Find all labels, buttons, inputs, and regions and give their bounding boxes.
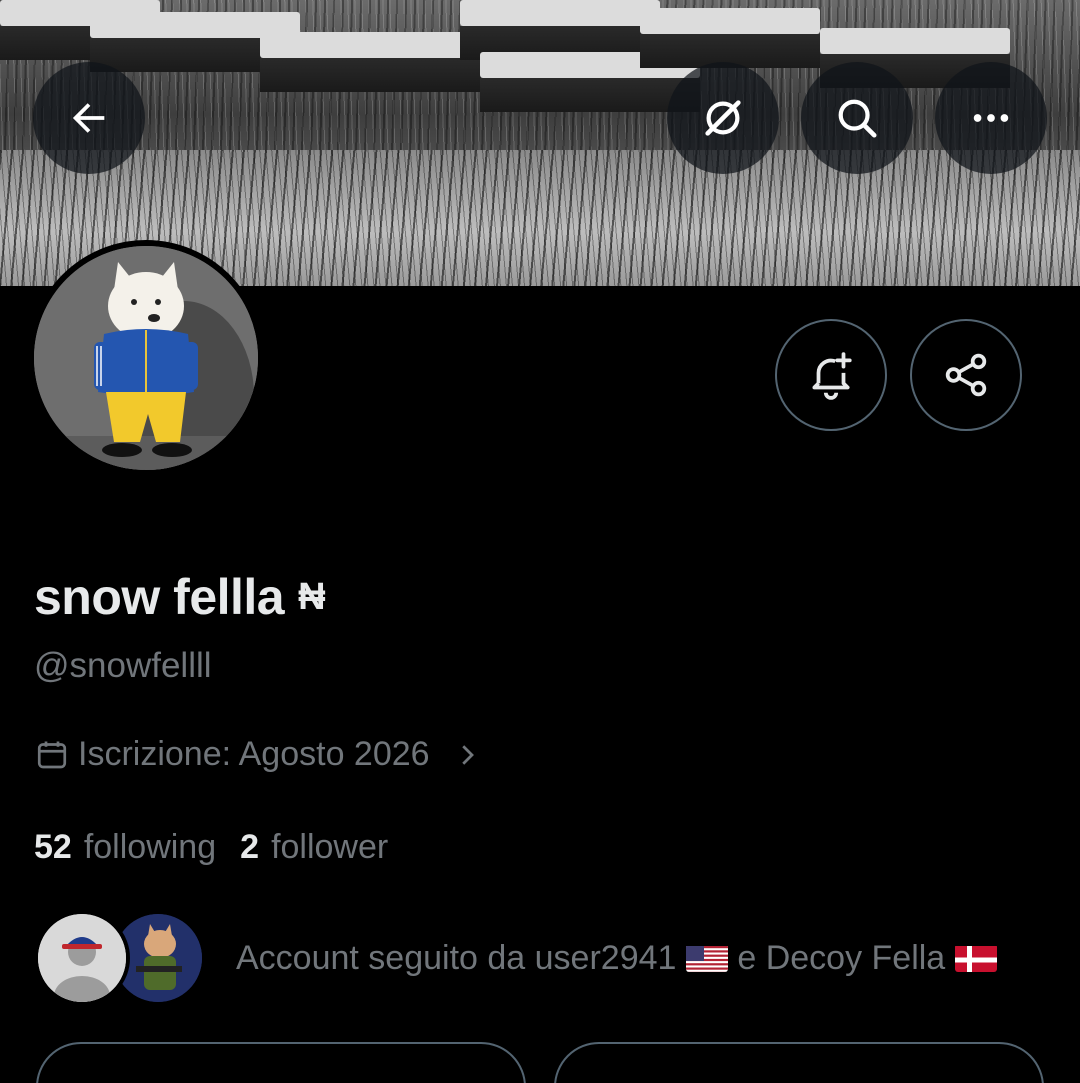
doge-avatar-icon — [34, 246, 258, 470]
share-button[interactable] — [910, 319, 1022, 431]
calendar-icon — [37, 741, 67, 768]
banner-hut — [460, 0, 660, 60]
search-icon — [838, 99, 877, 138]
follower-avatar — [34, 910, 130, 1006]
follow-stats: 52 following 2 follower — [34, 828, 412, 867]
joined-text: Iscrizione: Agosto 2026 — [78, 735, 430, 773]
followers-label[interactable]: follower — [271, 828, 388, 867]
joined-date[interactable]: Iscrizione: Agosto 2026 — [34, 735, 482, 774]
banner-hut — [640, 8, 820, 68]
dk-flag-icon — [954, 944, 997, 972]
followed-by-mid: e Decoy Fella — [737, 938, 946, 977]
share-icon — [945, 353, 987, 397]
followed-by[interactable]: Account seguito da user2941 e Decoy Fell… — [34, 908, 997, 1008]
more-button[interactable] — [935, 62, 1047, 174]
followed-by-text: Account seguito da user2941 e Decoy Fell… — [236, 939, 997, 978]
chevron-right-icon — [461, 744, 474, 765]
avatar-image — [34, 246, 258, 470]
followers-count[interactable]: 2 — [240, 828, 259, 867]
back-button[interactable] — [33, 62, 145, 174]
following-count[interactable]: 52 — [34, 828, 72, 867]
display-name: snow fellla — [34, 569, 285, 625]
grok-slash-icon — [705, 100, 741, 136]
name-glyph: ₦ — [298, 575, 326, 618]
followed-by-prefix: Account seguito da user2941 — [236, 938, 677, 977]
arrow-left-icon — [72, 103, 105, 133]
search-button[interactable] — [801, 62, 913, 174]
avatar[interactable] — [28, 240, 264, 476]
user-cap-avatar-icon — [38, 914, 126, 1002]
notify-button[interactable] — [775, 319, 887, 431]
bottom-action-left[interactable] — [36, 1042, 526, 1083]
grok-button[interactable] — [667, 62, 779, 174]
bell-plus-icon — [812, 352, 852, 400]
more-horizontal-icon — [973, 114, 1009, 122]
bottom-action-right[interactable] — [554, 1042, 1044, 1083]
following-label[interactable]: following — [84, 828, 216, 867]
us-flag-icon — [685, 944, 728, 972]
profile-handle: @snowfellll — [34, 646, 212, 685]
profile-name: snow fellla ₦ — [34, 568, 326, 626]
banner-hut — [820, 28, 1010, 88]
